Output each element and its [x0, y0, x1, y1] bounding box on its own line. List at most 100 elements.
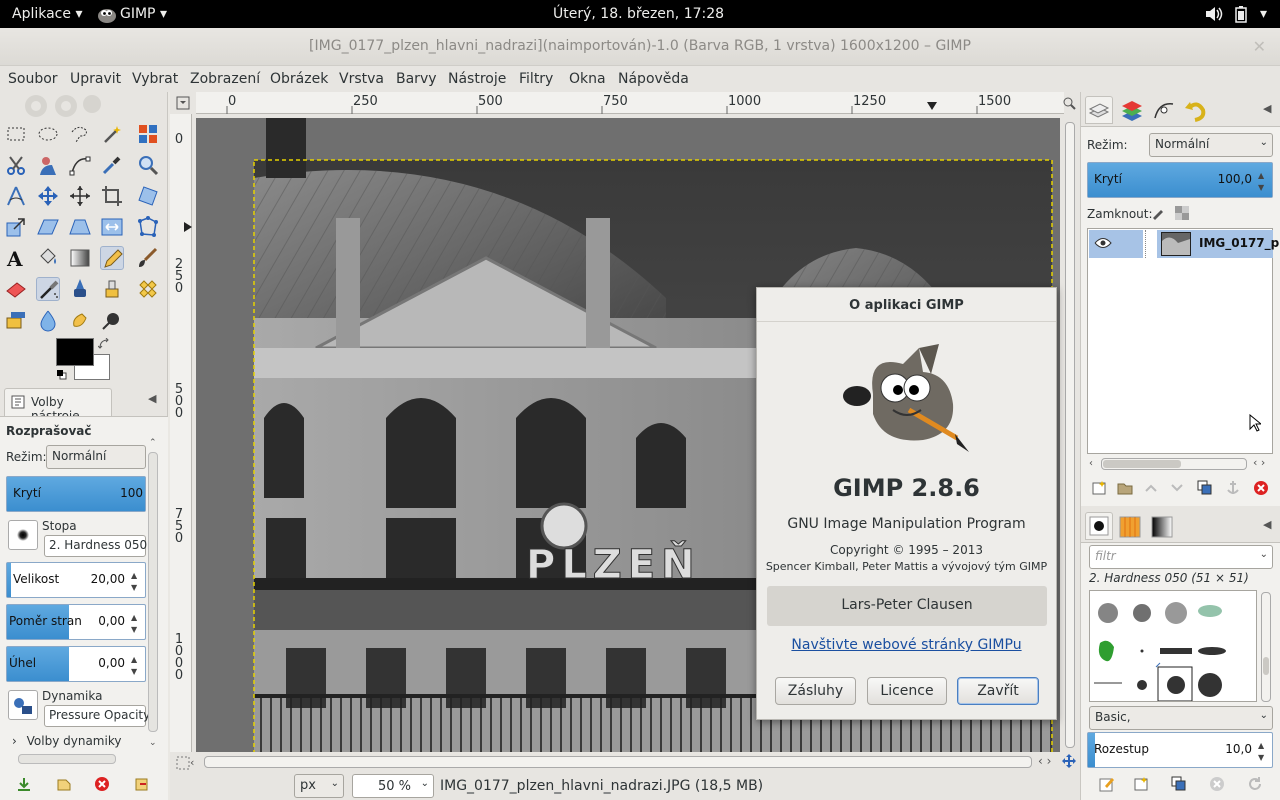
ellipse-select-icon[interactable] — [36, 122, 60, 146]
tab-channels[interactable] — [1119, 98, 1145, 124]
quick-mask-menu-icon[interactable] — [176, 96, 190, 110]
applications-menu[interactable]: Aplikace ▾ — [12, 6, 82, 22]
tool-options-hscrollbar[interactable] — [18, 754, 116, 764]
dynamics-button[interactable] — [8, 690, 38, 720]
paths-icon[interactable] — [68, 153, 92, 177]
tab-paths[interactable] — [1151, 98, 1177, 124]
shear-icon[interactable] — [36, 215, 60, 239]
dodge-burn-icon[interactable] — [100, 308, 124, 332]
hscroll-arrows-icon[interactable]: ‹ › — [1038, 754, 1051, 768]
angle-spin-down-icon[interactable]: ▼ — [131, 667, 143, 676]
blur-icon[interactable] — [36, 308, 60, 332]
heal-icon[interactable] — [136, 277, 160, 301]
dynamics-field[interactable]: Pressure Opacity — [44, 705, 150, 727]
layer-visibility-toggle[interactable] — [1089, 230, 1143, 258]
panel-menu-icon[interactable]: ◀ — [148, 392, 156, 405]
new-brush-icon[interactable] — [1133, 776, 1149, 792]
select-by-color-icon[interactable] — [136, 122, 160, 146]
menu-barvy[interactable]: Barvy — [396, 71, 437, 87]
selection-toggle-icon[interactable] — [176, 756, 190, 770]
restore-options-icon[interactable] — [56, 776, 72, 792]
swap-colors-icon[interactable] — [97, 337, 110, 350]
angle-spin-up-icon[interactable]: ▲ — [131, 655, 143, 664]
scale-icon[interactable] — [4, 215, 28, 239]
align-icon[interactable] — [68, 184, 92, 208]
layer-opacity-down-icon[interactable]: ▼ — [1258, 183, 1270, 192]
brush-preview-button[interactable] — [8, 520, 38, 550]
size-spin-down-icon[interactable]: ▼ — [131, 583, 143, 592]
perspective-icon[interactable] — [68, 215, 92, 239]
zoom-select[interactable]: 50 % ⌄ — [352, 774, 434, 798]
tab-layers[interactable] — [1085, 96, 1113, 124]
canvas-vscrollbar[interactable] — [1064, 118, 1076, 752]
blend-icon[interactable] — [68, 246, 92, 270]
menu-filtry[interactable]: Filtry — [519, 71, 553, 87]
anchor-layer-icon[interactable] — [1225, 480, 1241, 496]
layer-hscroll-arrows-icon[interactable]: ‹ › — [1253, 456, 1265, 469]
duplicate-brush-icon[interactable] — [1171, 776, 1187, 792]
layer-hscrollbar[interactable] — [1101, 458, 1247, 470]
about-website-link[interactable]: Navštivte webové stránky GIMPu — [757, 637, 1056, 653]
size-slider[interactable]: Velikost 20,00 ▲ ▼ — [6, 562, 146, 598]
tab-undo-history[interactable] — [1183, 98, 1209, 124]
spacing-down-icon[interactable]: ▼ — [1258, 753, 1270, 762]
foreground-select-icon[interactable] — [36, 153, 60, 177]
layer-opacity-slider[interactable]: Krytí 100,0 ▲ ▼ — [1087, 162, 1273, 198]
color-picker-icon[interactable] — [100, 153, 124, 177]
ink-icon[interactable] — [68, 277, 92, 301]
volume-icon[interactable] — [1205, 6, 1223, 22]
cage-transform-icon[interactable] — [136, 215, 160, 239]
rect-select-icon[interactable] — [4, 122, 28, 146]
text-tool-icon[interactable]: A — [4, 246, 28, 271]
lower-layer-icon[interactable] — [1169, 480, 1185, 496]
delete-brush-icon[interactable] — [1209, 776, 1225, 792]
lock-pixels-icon[interactable] — [1151, 206, 1165, 220]
layer-row[interactable]: IMG_0177_p — [1157, 230, 1279, 258]
crop-icon[interactable] — [100, 184, 124, 208]
menu-okna[interactable]: Okna — [569, 71, 606, 87]
clone-icon[interactable] — [100, 277, 124, 301]
flip-icon[interactable] — [100, 215, 124, 239]
brush-spacing-slider[interactable]: Rozestup 10,0 ▲ ▼ — [1087, 732, 1273, 768]
tab-brushes[interactable] — [1085, 512, 1113, 540]
new-layer-icon[interactable] — [1091, 480, 1107, 496]
bucket-fill-icon[interactable] — [36, 246, 60, 270]
system-menu-chevron-icon[interactable]: ▾ — [1260, 6, 1267, 22]
scroll-up-icon[interactable]: ⌃ — [149, 438, 157, 448]
default-colors-icon[interactable] — [57, 369, 67, 380]
foreground-color-swatch[interactable] — [56, 338, 94, 366]
menu-vrstva[interactable]: Vrstva — [339, 71, 384, 87]
canvas-hscrollbar[interactable] — [204, 756, 1032, 768]
layers-panel-menu-icon[interactable]: ◀ — [1263, 102, 1271, 115]
layer-opacity-up-icon[interactable]: ▲ — [1258, 171, 1270, 180]
brush-grid[interactable] — [1089, 590, 1257, 702]
new-layer-group-icon[interactable] — [1117, 480, 1133, 496]
reset-options-icon[interactable] — [134, 776, 150, 792]
toolbox-drop-area[interactable] — [0, 92, 168, 118]
vertical-ruler[interactable]: 0 250 500 750 1000 — [170, 114, 192, 752]
save-options-icon[interactable] — [16, 776, 32, 792]
menu-nastroje[interactable]: Nástroje — [448, 71, 506, 87]
airbrush-icon[interactable] — [36, 277, 60, 301]
refresh-brushes-icon[interactable] — [1247, 776, 1263, 792]
close-button[interactable]: Zavřít — [957, 677, 1039, 705]
ratio-spin-up-icon[interactable]: ▲ — [131, 613, 143, 622]
opacity-slider[interactable]: Krytí 100 — [6, 476, 146, 512]
lock-alpha-icon[interactable] — [1175, 206, 1189, 220]
brush-filter-input[interactable]: filtr ⌄ — [1089, 545, 1273, 569]
spacing-up-icon[interactable]: ▲ — [1258, 741, 1270, 750]
battery-icon[interactable] — [1235, 5, 1247, 23]
fuzzy-select-icon[interactable] — [100, 122, 124, 146]
window-close-icon[interactable]: ✕ — [1253, 37, 1266, 56]
navigate-image-icon[interactable] — [1062, 754, 1076, 768]
clock[interactable]: Úterý, 18. březen, 17:28 — [553, 6, 724, 22]
zoom-image-icon[interactable] — [1062, 96, 1076, 110]
brushes-panel-menu-icon[interactable]: ◀ — [1263, 518, 1271, 531]
menu-upravit[interactable]: Upravit — [70, 71, 121, 87]
measure-icon[interactable] — [4, 184, 28, 208]
angle-slider[interactable]: Úhel 0,00 ▲ ▼ — [6, 646, 146, 682]
brush-grid-scrollbar[interactable] — [1261, 592, 1271, 702]
smudge-icon[interactable] — [68, 308, 92, 332]
raise-layer-icon[interactable] — [1143, 480, 1159, 496]
aspect-ratio-slider[interactable]: Poměr stran 0,00 ▲ ▼ — [6, 604, 146, 640]
